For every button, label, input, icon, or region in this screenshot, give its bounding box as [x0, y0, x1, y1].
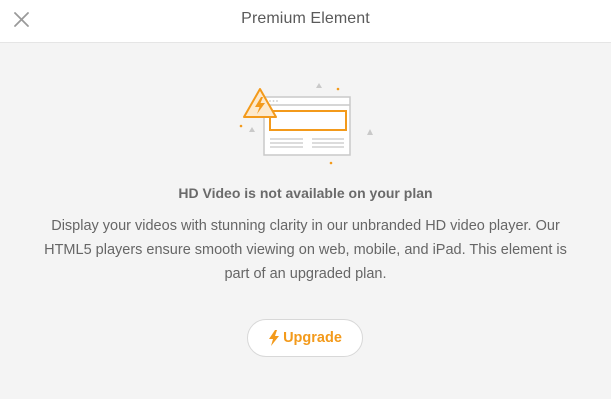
dialog-title: Premium Element [241, 10, 370, 27]
dialog-header: Premium Element [0, 0, 611, 43]
premium-element-dialog: Premium Element HD Video is not availabl… [0, 0, 611, 399]
upgrade-button[interactable]: Upgrade [247, 319, 363, 357]
lightning-icon [269, 330, 280, 346]
warning-browser-illustration [239, 83, 373, 165]
upgrade-button-label: Upgrade [283, 330, 342, 346]
upgrade-illustration [230, 75, 380, 175]
unavailable-heading: HD Video is not available on your plan [178, 185, 433, 201]
description-text: Display your videos with stunning clarit… [44, 218, 567, 282]
